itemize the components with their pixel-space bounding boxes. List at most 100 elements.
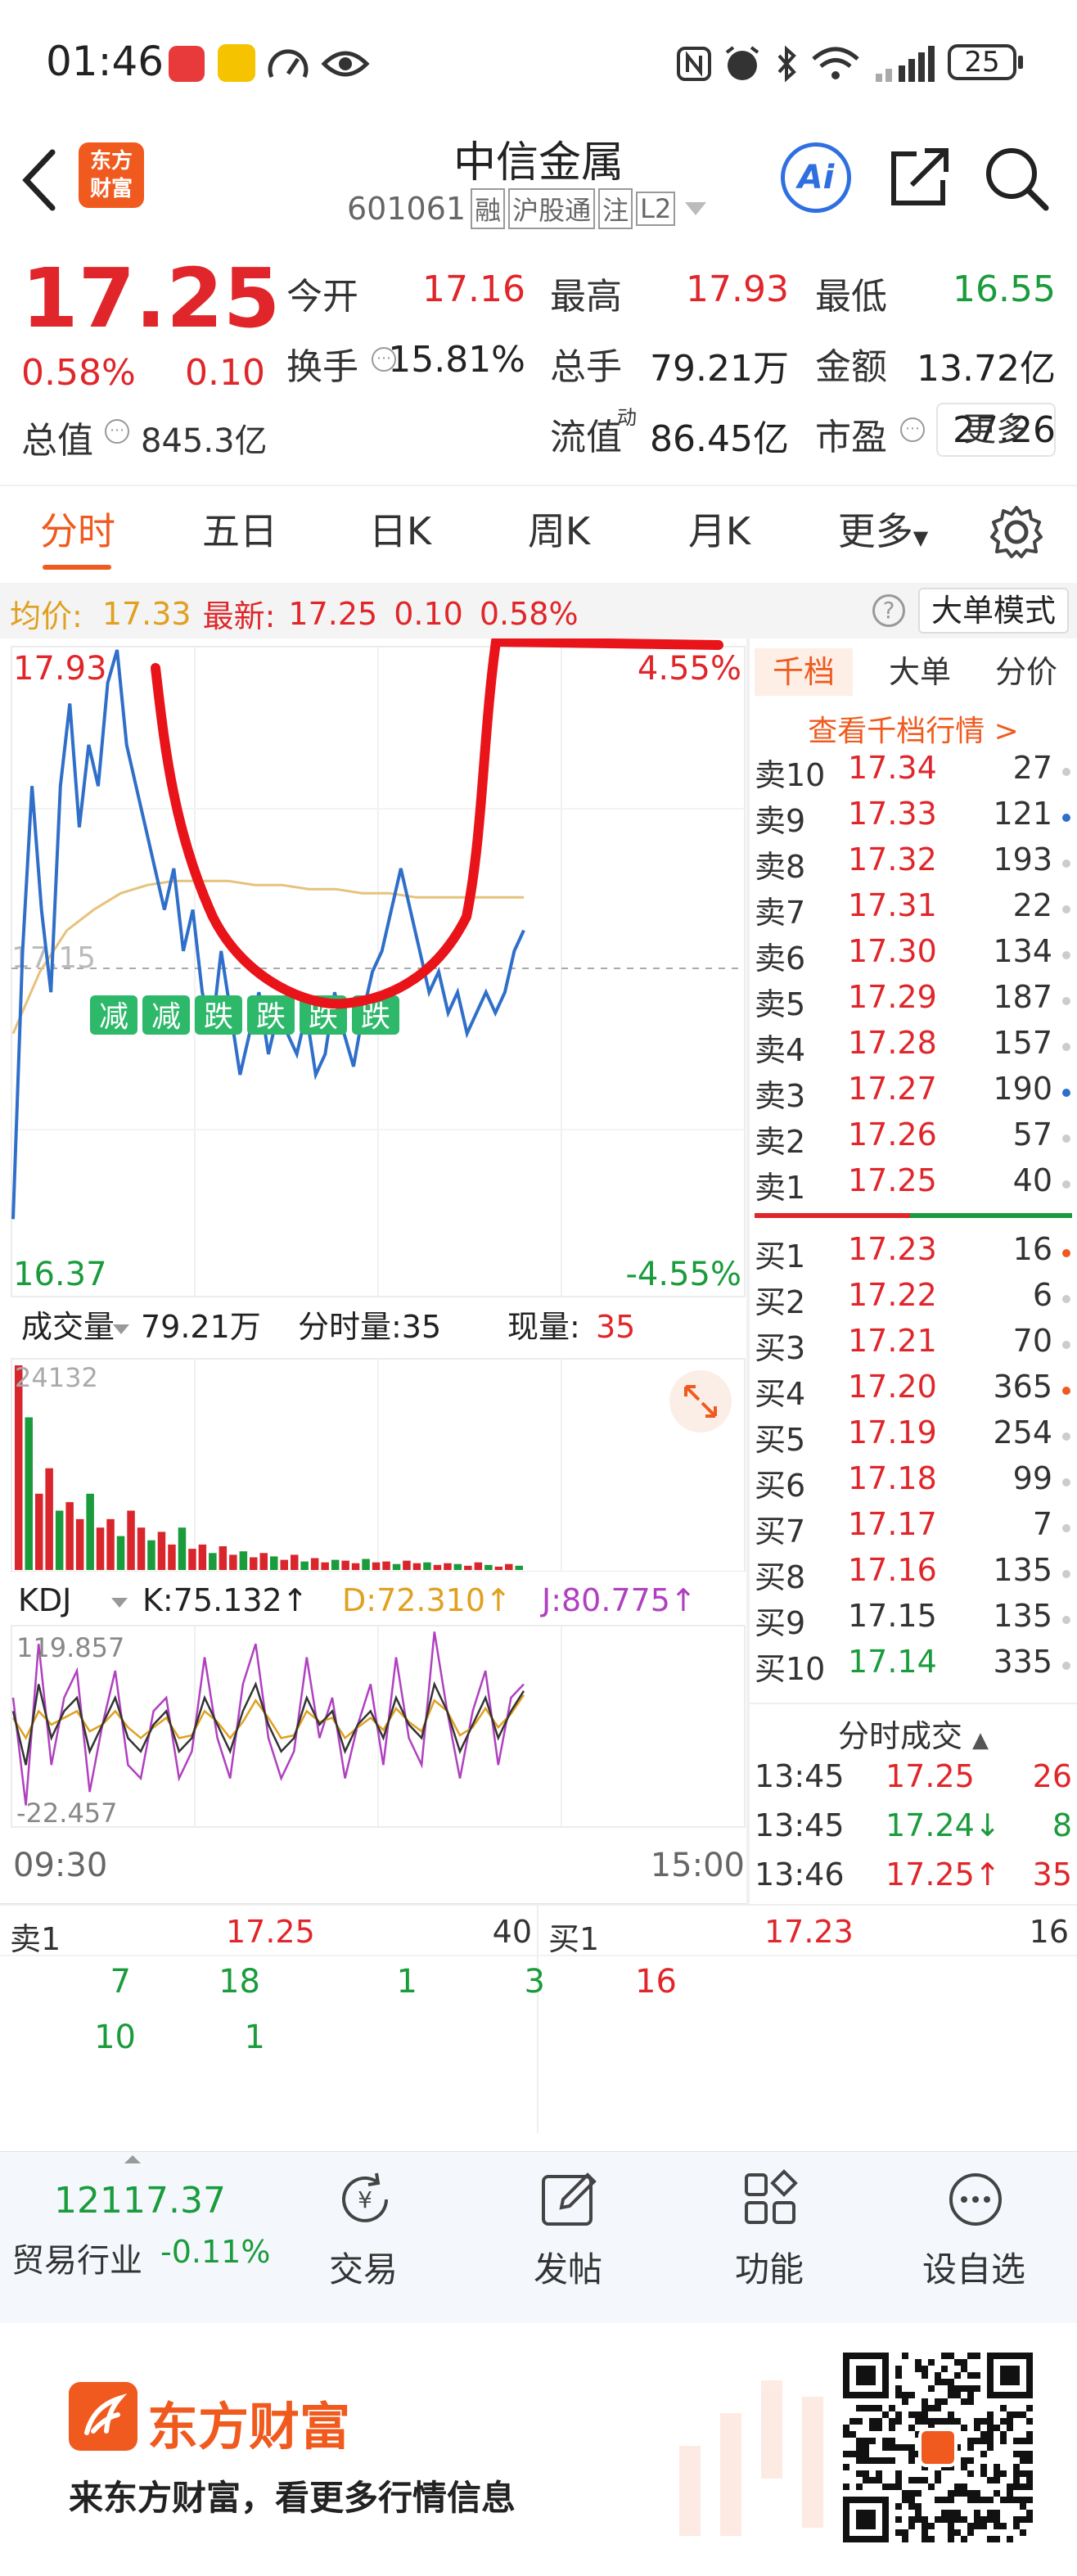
industry-name[interactable]: 贸易行业 — [11, 2234, 142, 2281]
info-icon[interactable]: ⋯ — [105, 419, 129, 444]
big-order-mode-button[interactable]: 大单模式 — [918, 588, 1069, 634]
price-grid — [11, 647, 745, 1297]
bid-row[interactable]: 买3 17.21 70 — [750, 1323, 1077, 1369]
nav-functions[interactable]: 功能 — [696, 2152, 843, 2324]
bid-row[interactable]: 买8 17.16 135 — [750, 1552, 1077, 1598]
ticks-title[interactable]: 分时成交 ▲ — [750, 1711, 1077, 1756]
intraday-chart[interactable]: 17.15 17.93 16.37 4.55% -4.55% 减减跌跌跌跌 成交… — [0, 638, 750, 1907]
qr-module — [974, 2523, 980, 2529]
qr-module — [967, 2490, 974, 2497]
qr-module — [915, 2366, 922, 2372]
nfc-icon — [677, 47, 711, 81]
level-label: 买4 — [755, 1376, 806, 1412]
level-marker — [1062, 905, 1070, 914]
volume-bar — [116, 1536, 125, 1570]
qr-module — [1007, 2484, 1013, 2490]
bid-row[interactable]: 买10 17.14 335 — [750, 1644, 1077, 1690]
qr-module — [922, 2398, 928, 2405]
qr-module — [863, 2438, 869, 2444]
level-label: 卖1 — [755, 1170, 806, 1206]
help-icon[interactable]: ? — [872, 594, 905, 627]
level-label: 卖7 — [755, 895, 806, 931]
qr-module — [954, 2418, 961, 2425]
ask-bid-bar-green — [910, 1213, 1072, 1218]
qr-module — [1020, 2503, 1026, 2510]
qr-module — [1026, 2470, 1033, 2477]
share-icon[interactable] — [887, 144, 953, 210]
ask-row[interactable]: 卖8 17.32 193 — [750, 841, 1077, 887]
qr-module — [954, 2359, 961, 2366]
tab-five-day[interactable]: 五日 — [178, 486, 301, 576]
level-label: 买3 — [755, 1330, 806, 1366]
level-qty: 190 — [993, 1071, 1052, 1107]
level-marker — [1062, 1135, 1070, 1143]
tick-qty: 35 — [1032, 1856, 1072, 1893]
ai-button[interactable]: Ai — [781, 142, 851, 213]
qr-module — [961, 2366, 967, 2372]
nav-post[interactable]: 发帖 — [494, 2152, 642, 2324]
volume-bar — [45, 1468, 53, 1570]
qr-module — [974, 2372, 980, 2379]
bid-row[interactable]: 买9 17.15 135 — [750, 1598, 1077, 1644]
qr-module — [1007, 2490, 1013, 2497]
level-price: 17.25 — [848, 1162, 937, 1198]
tab-more[interactable]: 更多▼ — [822, 486, 944, 576]
tab-active-indicator — [43, 565, 111, 570]
ask-row[interactable]: 卖9 17.33 121 — [750, 796, 1077, 841]
ask-row[interactable]: 卖7 17.31 22 — [750, 887, 1077, 933]
ask-row[interactable]: 卖3 17.27 190 — [750, 1071, 1077, 1117]
stat-value: 17.93 — [686, 268, 789, 310]
nav-add-watchlist[interactable]: 设自选 — [900, 2152, 1048, 2324]
queue-order: 7 — [110, 1963, 131, 2001]
nav-trade[interactable]: ¥ 交易 — [290, 2152, 437, 2324]
bid-row[interactable]: 买7 17.17 7 — [750, 1506, 1077, 1552]
bid-row[interactable]: 买5 17.19 254 — [750, 1414, 1077, 1460]
tab-price-distribution[interactable]: 分价 — [977, 648, 1075, 696]
bid-row[interactable]: 买1 17.23 16 — [750, 1231, 1077, 1277]
stat-value: 79.21万 — [650, 348, 789, 390]
ticks-title-label: 分时成交 — [837, 1718, 962, 1754]
current-price: 17.25 — [21, 250, 281, 346]
level-marker — [1062, 1043, 1070, 1051]
qr-module — [922, 2523, 928, 2529]
tick-row: 13:45 17.24↓ 8 — [750, 1807, 1077, 1856]
bid-row[interactable]: 买6 17.18 99 — [750, 1460, 1077, 1506]
tab-thousand-level[interactable]: 千档 — [755, 648, 853, 696]
ask-row[interactable]: 卖4 17.28 157 — [750, 1025, 1077, 1071]
level-qty: 335 — [993, 1644, 1052, 1680]
gear-icon[interactable] — [989, 504, 1044, 560]
tab-big-order[interactable]: 大单 — [871, 648, 969, 696]
qr-module — [895, 2503, 902, 2510]
tab-month-k[interactable]: 月K — [658, 486, 781, 576]
ask-row[interactable]: 卖1 17.25 40 — [750, 1162, 1077, 1208]
ask-row[interactable]: 卖6 17.30 134 — [750, 933, 1077, 979]
tab-intraday[interactable]: 分时 — [16, 486, 139, 576]
bid-row[interactable]: 买4 17.20 365 — [750, 1369, 1077, 1414]
ask-row[interactable]: 卖5 17.29 187 — [750, 979, 1077, 1025]
volume-bar — [321, 1562, 329, 1570]
bid-row[interactable]: 买2 17.22 6 — [750, 1277, 1077, 1323]
qr-module — [948, 2516, 954, 2523]
qr-module — [935, 2379, 941, 2385]
qr-code[interactable] — [843, 2353, 1033, 2542]
grid-icon — [745, 2169, 798, 2224]
tab-week-k[interactable]: 周K — [498, 486, 620, 576]
level-price: 17.18 — [848, 1460, 937, 1496]
info-icon[interactable]: ⋯ — [900, 417, 925, 442]
tab-day-k[interactable]: 日K — [339, 486, 462, 576]
more-button[interactable]: 更多 — [936, 403, 1056, 457]
info-icon[interactable]: ⋯ — [372, 347, 396, 372]
ask-row[interactable]: 卖10 17.34 27 — [750, 750, 1077, 796]
qr-module — [1020, 2470, 1026, 2477]
view-level-link[interactable]: 查看千档行情 > — [750, 707, 1077, 750]
current-volume-label: 现量: — [507, 1309, 580, 1345]
ask-row[interactable]: 卖2 17.26 57 — [750, 1117, 1077, 1162]
level-qty: 365 — [993, 1369, 1052, 1405]
caret-down-icon[interactable] — [683, 199, 708, 219]
volume-bar — [392, 1563, 401, 1570]
industry-index-value[interactable]: 12117.37 — [54, 2180, 226, 2222]
qr-module — [1007, 2411, 1013, 2418]
search-icon[interactable] — [982, 144, 1051, 213]
qr-module — [915, 2418, 922, 2425]
qr-module — [967, 2398, 974, 2405]
